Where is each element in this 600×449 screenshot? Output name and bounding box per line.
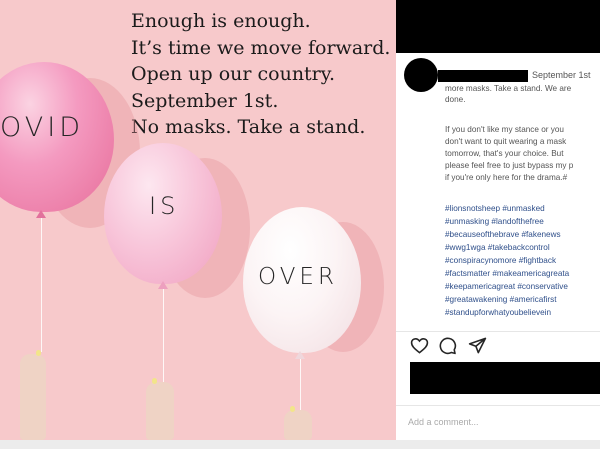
headline-line: No masks. Take a stand. — [131, 116, 366, 138]
hashtag-line[interactable]: #factsmatter #makeamericagreata — [445, 268, 569, 279]
hand — [16, 346, 50, 440]
hand — [282, 404, 316, 440]
caption-line: don't want to quit wearing a mask — [445, 137, 567, 146]
divider — [396, 331, 600, 332]
hashtag-line[interactable]: #becauseofthebrave #fakenews — [445, 229, 561, 240]
bottom-strip — [0, 440, 600, 449]
post-sidebar: September 1st more masks. Take a stand. … — [396, 0, 600, 440]
headline-line: September 1st. — [131, 89, 279, 112]
balloon-word-over: OVER — [258, 264, 338, 290]
hashtag-line[interactable]: #wwg1wga #takebackcontrol — [445, 242, 550, 253]
hashtag-line[interactable]: #keepamericagreat #conservative — [445, 281, 568, 292]
balloon-word-is: IS — [149, 192, 180, 220]
caption-line: done. — [445, 95, 466, 104]
redacted-username — [438, 70, 528, 82]
headline-line: It’s time we move forward. — [131, 36, 391, 59]
hashtag-line[interactable]: #standupforwhatyoubelievein — [445, 307, 551, 318]
post-image: Enough is enough. It’s time we move forw… — [0, 0, 396, 440]
balloon-string — [163, 282, 164, 382]
comment-icon[interactable] — [438, 336, 457, 355]
add-comment-input[interactable] — [408, 417, 588, 427]
avatar[interactable] — [404, 58, 438, 92]
redaction-bar — [410, 362, 600, 394]
hashtag-line[interactable]: #lionsnotsheep #unmasked — [445, 203, 545, 214]
caption-line: please feel free to just bypass my p — [445, 161, 574, 170]
headline-line: Enough is enough. — [131, 10, 311, 32]
redaction-bar — [396, 0, 600, 53]
hashtag-line[interactable]: #conspiracynomore #fightback — [445, 255, 556, 266]
hand — [144, 376, 178, 440]
headline-line: Open up our country. — [131, 63, 336, 85]
share-icon[interactable] — [468, 336, 487, 355]
balloon-string — [41, 212, 42, 352]
heart-icon[interactable] — [410, 336, 429, 355]
balloon-knot — [295, 351, 305, 359]
hashtag-line[interactable]: #greatawakening #americafirst — [445, 294, 557, 305]
caption-line: more masks. Take a stand. We are — [445, 84, 572, 93]
divider — [396, 405, 600, 406]
hashtag-line[interactable]: #unmasking #landofthefree — [445, 216, 544, 227]
balloon-knot — [158, 281, 168, 289]
caption-line: tomorrow, that's your choice. But — [445, 149, 564, 158]
caption-line: If you don't like my stance or you — [445, 125, 564, 134]
balloon-knot — [36, 210, 46, 218]
post-headline: Enough is enough. It’s time we move forw… — [131, 8, 390, 141]
screenshot: Enough is enough. It’s time we move forw… — [0, 0, 600, 449]
caption-line: if you're only here for the drama.# — [445, 173, 568, 182]
balloon-word-ovid: OVID — [0, 112, 85, 143]
post-date: September 1st — [532, 70, 591, 80]
balloon-string — [300, 352, 301, 412]
